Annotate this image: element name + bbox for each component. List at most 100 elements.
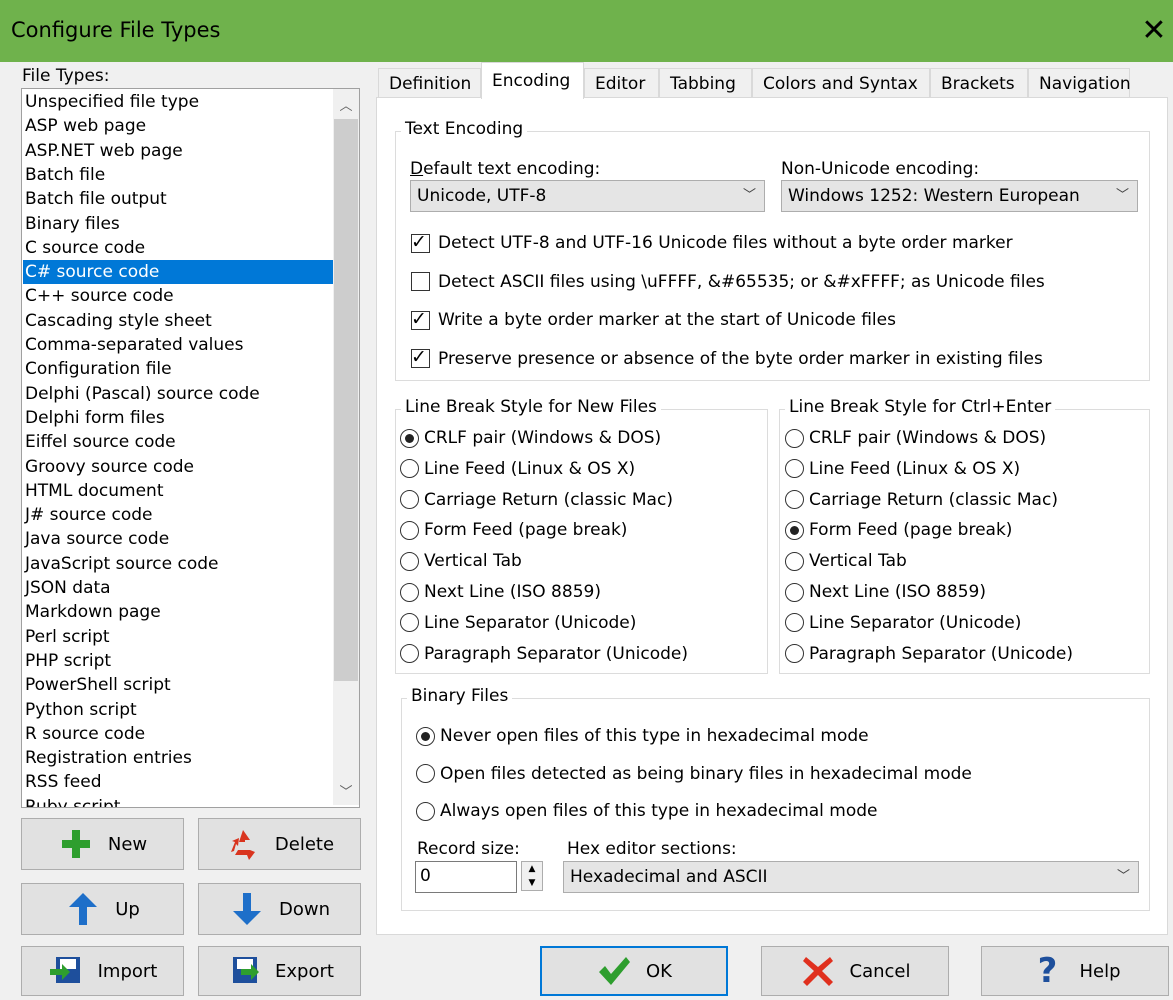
scroll-thumb[interactable] [334,119,358,681]
record-size-field[interactable]: 0 [415,861,517,893]
list-item[interactable]: J# source code [23,503,335,527]
radio-unselected-icon[interactable] [785,644,804,664]
radio-selected-icon[interactable] [785,520,804,540]
list-item[interactable]: PowerShell script [23,673,335,697]
line-break-ctrl-option[interactable]: Next Line (ISO 8859) [785,582,986,602]
export-button[interactable]: Export [198,946,361,996]
close-icon[interactable]: ✕ [1137,11,1171,51]
list-item[interactable]: Python script [23,698,335,722]
nonunicode-encoding-select[interactable]: Windows 1252: Western European ﹀ [781,180,1138,212]
line-break-new-option[interactable]: Line Feed (Linux & OS X) [400,459,635,479]
encoding-checkbox-0[interactable]: ✓ Detect UTF-8 and UTF-16 Unicode files w… [411,231,1013,253]
radio-unselected-icon[interactable] [416,764,435,783]
list-item[interactable]: PHP script [23,649,335,673]
list-item[interactable]: Configuration file [23,357,335,381]
list-item[interactable]: Unspecified file type [23,90,335,114]
radio-unselected-icon[interactable] [400,551,419,571]
radio-unselected-icon[interactable] [785,551,804,571]
radio-unselected-icon[interactable] [785,459,804,479]
tab-colors-and-syntax[interactable]: Colors and Syntax [752,68,930,98]
line-break-new-option[interactable]: CRLF pair (Windows & DOS) [400,428,661,448]
radio-unselected-icon[interactable] [400,490,419,510]
encoding-checkbox-3[interactable]: ✓ Preserve presence or absence of the byt… [411,346,1043,369]
checkbox-unchecked-icon[interactable] [411,272,430,291]
tab-encoding[interactable]: Encoding [481,62,584,99]
encoding-checkbox-2[interactable]: ✓ Write a byte order marker at the start … [411,308,896,330]
radio-selected-icon[interactable] [416,726,435,746]
list-item[interactable]: ASP.NET web page [23,139,335,163]
list-item[interactable]: RSS feed [23,770,335,794]
line-break-ctrl-option[interactable]: Carriage Return (classic Mac) [785,490,1058,510]
line-break-new-option[interactable]: Vertical Tab [400,551,522,571]
radio-unselected-icon[interactable] [400,582,419,602]
radio-unselected-icon[interactable] [400,644,419,664]
radio-unselected-icon[interactable] [400,459,419,479]
radio-unselected-icon[interactable] [785,613,804,633]
encoding-checkbox-1[interactable]: Detect ASCII files using \uFFFF, &#65535… [411,272,1045,292]
tab-editor[interactable]: Editor [584,68,659,98]
ok-button[interactable]: OK [540,946,728,996]
help-button[interactable]: ? Help [981,946,1169,996]
up-button[interactable]: Up [21,883,184,935]
radio-selected-icon[interactable] [400,428,419,448]
default-encoding-select[interactable]: Unicode, UTF-8 ﹀ [410,180,765,212]
line-break-new-option[interactable]: Carriage Return (classic Mac) [400,490,673,510]
line-break-ctrl-option[interactable]: Paragraph Separator (Unicode) [785,644,1073,664]
cancel-button[interactable]: Cancel [761,946,949,996]
radio-unselected-icon[interactable] [416,801,435,821]
tab-tabbing[interactable]: Tabbing [659,68,752,98]
new-button[interactable]: New [21,818,184,870]
list-item[interactable]: ASP web page [23,114,335,138]
list-item[interactable]: R source code [23,722,335,746]
scroll-up-icon[interactable]: ︿ [333,95,359,114]
list-item[interactable]: Binary files [23,212,335,236]
list-item[interactable]: Cascading style sheet [23,309,335,333]
checkbox-checked-icon[interactable]: ✓ [411,346,430,368]
tab-navigation[interactable]: Navigation [1028,68,1131,98]
list-item[interactable]: Perl script [23,625,335,649]
file-types-scrollbar[interactable]: ︿ ﹀ [333,89,359,805]
checkbox-checked-icon[interactable]: ✓ [411,308,430,330]
binary-files-option[interactable]: Never open files of this type in hexadec… [416,726,869,746]
tab-brackets[interactable]: Brackets [930,68,1028,98]
record-size-stepper[interactable]: ▲ ▼ [521,861,543,891]
list-item[interactable]: Comma-separated values [23,333,335,357]
list-item[interactable]: Delphi form files [23,406,335,430]
tab-definition[interactable]: Definition [378,68,481,98]
radio-unselected-icon[interactable] [400,613,419,633]
radio-unselected-icon[interactable] [785,428,804,448]
list-item[interactable]: Ruby script [23,795,335,807]
list-item[interactable]: Delphi (Pascal) source code [23,382,335,406]
line-break-ctrl-option[interactable]: Form Feed (page break) [785,520,1012,540]
list-item[interactable]: Eiffel source code [23,430,335,454]
line-break-new-option[interactable]: Next Line (ISO 8859) [400,582,601,602]
list-item[interactable]: Java source code [23,527,335,551]
line-break-new-option[interactable]: Paragraph Separator (Unicode) [400,644,688,664]
import-button[interactable]: Import [21,946,184,996]
file-types-list[interactable]: Unspecified file type ASP web page ASP.NET… [21,88,360,808]
radio-unselected-icon[interactable] [400,520,419,540]
list-item[interactable]: HTML document [23,479,335,503]
line-break-ctrl-option[interactable]: Line Separator (Unicode) [785,613,1021,633]
list-item[interactable]: C# source code [23,260,335,285]
list-item[interactable]: JSON data [23,576,335,600]
binary-files-option[interactable]: Always open files of this type in hexade… [416,801,878,821]
line-break-new-option[interactable]: Form Feed (page break) [400,520,627,540]
scroll-down-icon[interactable]: ﹀ [333,781,359,800]
hex-sections-select[interactable]: Hexadecimal and ASCII ﹀ [563,861,1139,893]
list-item[interactable]: JavaScript source code [23,552,335,576]
delete-button[interactable]: Delete [198,818,361,870]
list-item[interactable]: Markdown page [23,600,335,624]
line-break-ctrl-option[interactable]: CRLF pair (Windows & DOS) [785,428,1046,448]
line-break-ctrl-option[interactable]: Vertical Tab [785,551,907,571]
binary-files-option[interactable]: Open files detected as being binary file… [416,764,972,784]
line-break-new-option[interactable]: Line Separator (Unicode) [400,613,636,633]
checkbox-checked-icon[interactable]: ✓ [411,231,430,253]
radio-unselected-icon[interactable] [785,582,804,602]
radio-unselected-icon[interactable] [785,490,804,510]
list-item[interactable]: Batch file output [23,187,335,211]
list-item[interactable]: Registration entries [23,746,335,770]
list-item[interactable]: Groovy source code [23,455,335,479]
line-break-ctrl-option[interactable]: Line Feed (Linux & OS X) [785,459,1020,479]
list-item[interactable]: C++ source code [23,284,335,308]
